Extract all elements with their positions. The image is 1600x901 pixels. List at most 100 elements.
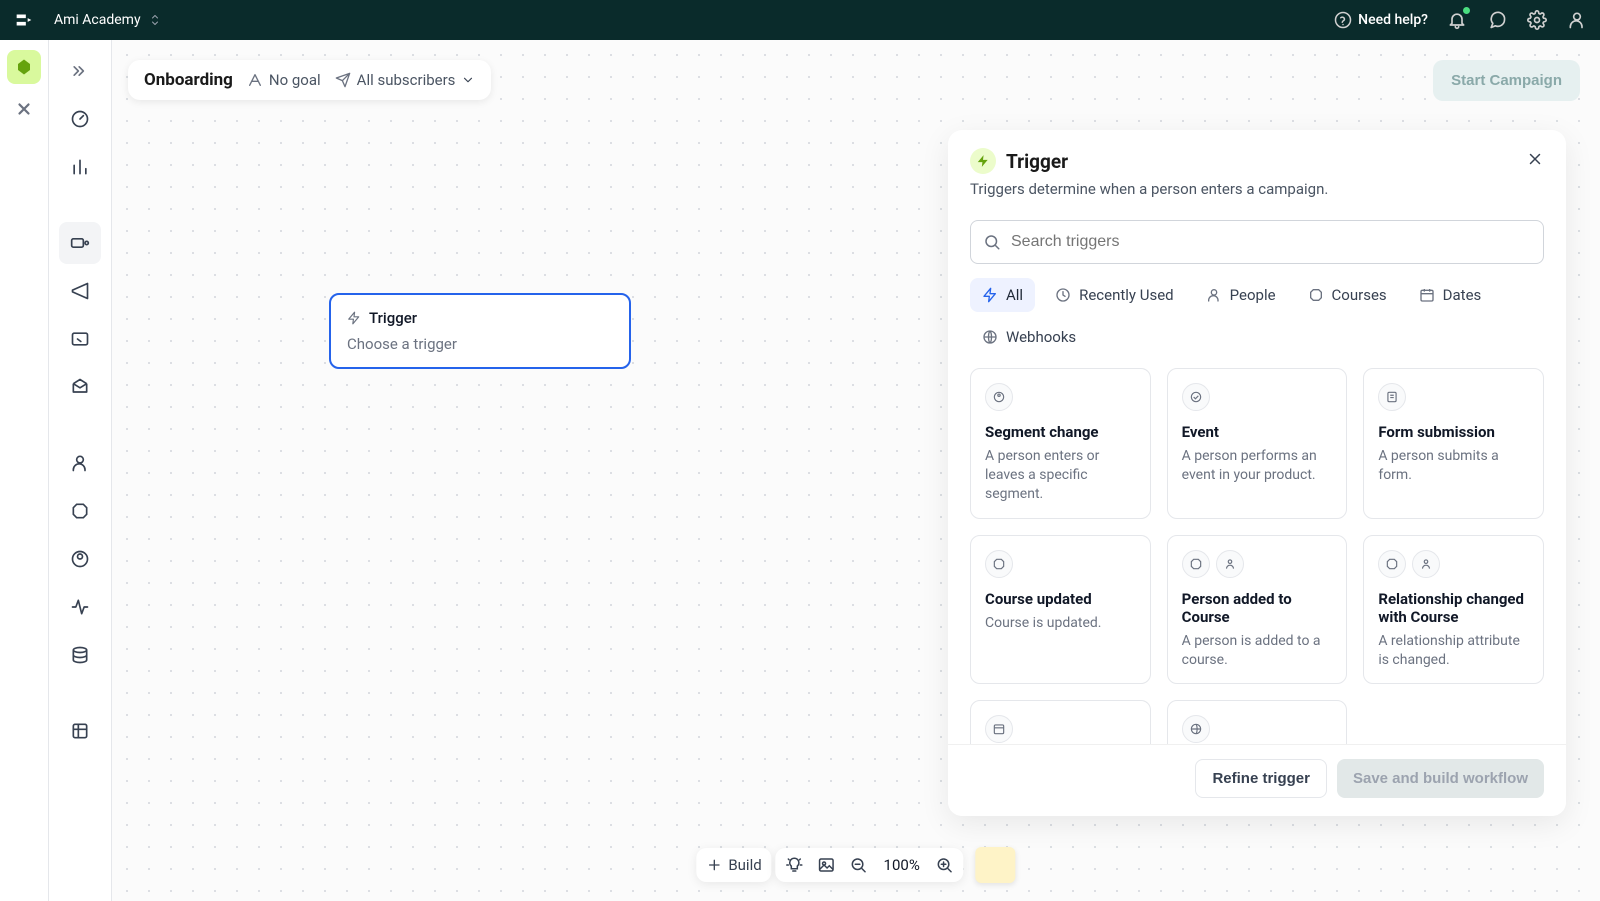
trigger-card-form[interactable]: Form submission A person submits a form.: [1363, 368, 1544, 519]
card-title: Relationship changed with Course: [1378, 590, 1529, 626]
event-icon: [1182, 383, 1210, 411]
panel-title: Trigger: [1006, 150, 1068, 173]
campaign-audience[interactable]: All subscribers: [335, 71, 476, 89]
campaign-goal[interactable]: No goal: [247, 71, 321, 89]
nav-segments[interactable]: [59, 538, 101, 580]
nav-analytics[interactable]: [59, 146, 101, 188]
card-title: Person added to Course: [1182, 590, 1333, 626]
app-rail: [0, 40, 49, 901]
notifications-icon[interactable]: [1446, 9, 1468, 31]
canvas-toolbar: Build 100%: [696, 847, 1015, 883]
card-title: Course updated: [985, 590, 1136, 608]
filter-all[interactable]: All: [970, 278, 1035, 312]
nav-content[interactable]: [59, 710, 101, 752]
filter-all-label: All: [1006, 286, 1023, 304]
settings-icon[interactable]: [1526, 9, 1548, 31]
card-desc: A person enters or leaves a specific seg…: [985, 447, 1136, 504]
notification-dot: [1463, 7, 1470, 14]
panel-subtitle: Triggers determine when a person enters …: [970, 180, 1544, 198]
nav-transactional[interactable]: [59, 318, 101, 360]
bolt-icon: [970, 148, 996, 174]
profile-icon[interactable]: [1566, 9, 1588, 31]
zoom-level: 100%: [882, 856, 922, 874]
form-icon: [1378, 383, 1406, 411]
trigger-node-sub: Choose a trigger: [347, 335, 613, 353]
filter-recent[interactable]: Recently Used: [1043, 278, 1186, 312]
filter-dates[interactable]: Dates: [1407, 278, 1494, 312]
build-label: Build: [728, 856, 761, 874]
image-icon[interactable]: [818, 856, 836, 874]
trigger-node[interactable]: Trigger Choose a trigger: [329, 293, 631, 369]
course-icon: [1182, 550, 1210, 578]
zoom-out-button[interactable]: [850, 856, 868, 874]
workspace-selector[interactable]: Ami Academy: [54, 12, 161, 28]
rail-app-1[interactable]: [7, 50, 41, 84]
trigger-card-event[interactable]: Event A person performs an event in your…: [1167, 368, 1348, 519]
filter-courses-label: Courses: [1332, 286, 1387, 304]
nav-dashboard[interactable]: [59, 98, 101, 140]
search-triggers[interactable]: [970, 220, 1544, 264]
trigger-node-label: Trigger: [369, 309, 417, 327]
filter-courses[interactable]: Courses: [1296, 278, 1399, 312]
filter-dates-label: Dates: [1443, 286, 1482, 304]
need-help-link[interactable]: Need help?: [1334, 11, 1428, 29]
messages-icon[interactable]: [1486, 9, 1508, 31]
trigger-card-date[interactable]: Important date: [970, 700, 1151, 744]
collapse-sidebar-icon[interactable]: [59, 50, 101, 92]
sticky-note-button[interactable]: [976, 847, 1016, 883]
card-desc: Course is updated.: [985, 614, 1136, 633]
course-icon: [985, 550, 1013, 578]
campaign-header: Onboarding No goal All subscribers: [128, 60, 491, 100]
nav-campaigns[interactable]: [59, 222, 101, 264]
trigger-card-webhook[interactable]: Webhook: [1167, 700, 1348, 744]
trigger-card-course-updated[interactable]: Course updated Course is updated.: [970, 535, 1151, 685]
nav-people[interactable]: [59, 442, 101, 484]
nav-objects[interactable]: [59, 490, 101, 532]
trigger-card-segment[interactable]: Segment change A person enters or leaves…: [970, 368, 1151, 519]
start-campaign-button[interactable]: Start Campaign: [1433, 60, 1580, 101]
workspace-name: Ami Academy: [54, 12, 141, 28]
person-icon: [1216, 550, 1244, 578]
webhook-icon: [1182, 715, 1210, 743]
filter-people-label: People: [1230, 286, 1276, 304]
course-icon: [1378, 550, 1406, 578]
topbar: Ami Academy Need help?: [0, 0, 1600, 40]
search-input[interactable]: [1011, 233, 1531, 251]
zoom-in-button[interactable]: [936, 856, 954, 874]
rail-app-2[interactable]: [7, 92, 41, 126]
build-button[interactable]: Build: [706, 856, 761, 874]
filter-recent-label: Recently Used: [1079, 286, 1174, 304]
card-title: Event: [1182, 423, 1333, 441]
nav-deliveries[interactable]: [59, 366, 101, 408]
card-desc: A person is added to a course.: [1182, 632, 1333, 670]
search-icon: [983, 233, 1001, 251]
lightbulb-icon[interactable]: [786, 856, 804, 874]
bolt-icon: [347, 311, 361, 325]
card-desc: A person submits a form.: [1378, 447, 1529, 485]
campaign-goal-label: No goal: [269, 71, 321, 89]
date-icon: [985, 715, 1013, 743]
trigger-panel: Trigger Triggers determine when a person…: [948, 130, 1566, 816]
card-desc: A person performs an event in your produ…: [1182, 447, 1333, 485]
trigger-card-relationship[interactable]: Relationship changed with Course A relat…: [1363, 535, 1544, 685]
save-workflow-button[interactable]: Save and build workflow: [1337, 759, 1544, 798]
refine-trigger-button[interactable]: Refine trigger: [1195, 759, 1327, 798]
workflow-canvas[interactable]: Onboarding No goal All subscribers Start…: [112, 40, 1600, 901]
segment-icon: [985, 383, 1013, 411]
person-icon: [1412, 550, 1440, 578]
nav-data[interactable]: [59, 634, 101, 676]
campaign-title: Onboarding: [144, 70, 233, 90]
app-logo[interactable]: [12, 8, 36, 32]
close-button[interactable]: [1522, 146, 1548, 172]
filter-webhooks-label: Webhooks: [1006, 328, 1076, 346]
card-title: Segment change: [985, 423, 1136, 441]
filter-webhooks[interactable]: Webhooks: [970, 320, 1088, 354]
chevron-down-icon: [461, 73, 475, 87]
nav-activity[interactable]: [59, 586, 101, 628]
campaign-audience-label: All subscribers: [357, 71, 456, 89]
card-desc: A relationship attribute is changed.: [1378, 632, 1529, 670]
nav-broadcasts[interactable]: [59, 270, 101, 312]
trigger-card-person-added[interactable]: Person added to Course A person is added…: [1167, 535, 1348, 685]
filter-people[interactable]: People: [1194, 278, 1288, 312]
nav-sidebar: [49, 40, 112, 901]
